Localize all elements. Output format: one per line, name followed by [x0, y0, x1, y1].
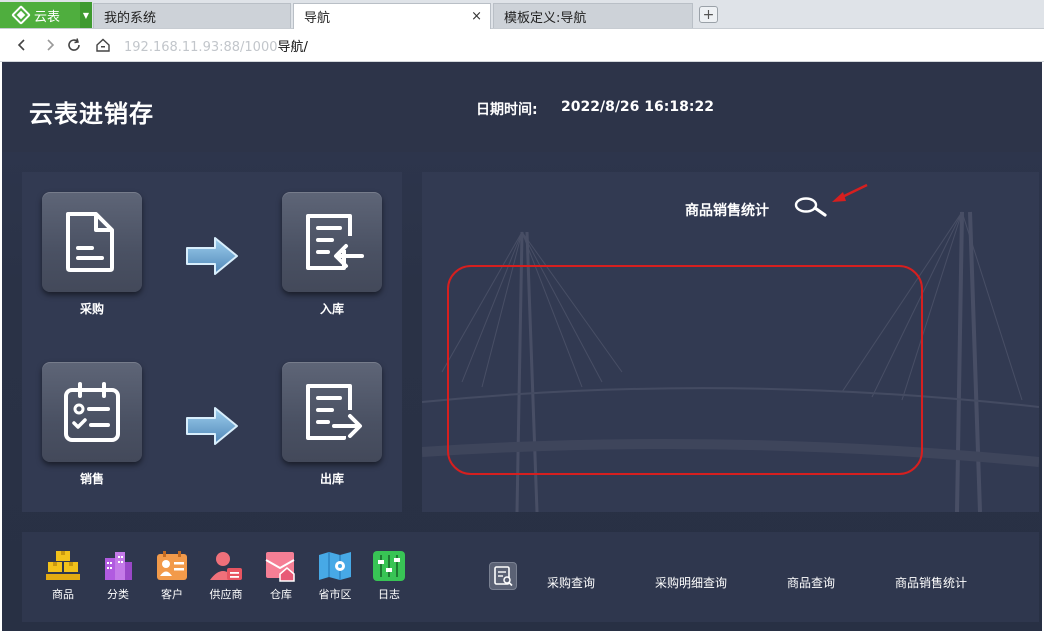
workflow-panel: 采购 入库 销售 出库 [22, 172, 402, 512]
sales-button[interactable] [42, 362, 142, 462]
purchase-detail-query-link[interactable]: 采购明细查询 [655, 574, 727, 591]
sales-label: 销售 [79, 472, 104, 486]
nav-supplier-label: 供应商 [209, 588, 243, 601]
purchase-query-link[interactable]: 采购查询 [547, 574, 595, 591]
tab-template-definition[interactable]: 模板定义:导航 [493, 3, 693, 28]
new-tab-button[interactable]: + [699, 6, 718, 23]
back-icon[interactable] [12, 35, 32, 55]
nav-customer[interactable]: 客户 [146, 550, 194, 610]
home-icon[interactable] [93, 35, 113, 55]
nav-goods[interactable]: 商品 [37, 550, 85, 610]
tab-my-system[interactable]: 我的系统 [93, 3, 291, 28]
checklist-icon [64, 382, 120, 442]
stats-title: 商品销售统计 [685, 203, 769, 219]
refresh-icon[interactable] [64, 35, 84, 55]
tab-label: 模板定义:导航 [504, 10, 587, 26]
close-tab-icon[interactable]: × [471, 9, 482, 24]
category-icon [105, 552, 132, 580]
goods-query-link[interactable]: 商品查询 [787, 574, 835, 591]
brand-logo-icon [11, 5, 31, 25]
goods-icon [46, 551, 80, 580]
sales-stats-panel: 商品销售统计 [422, 172, 1039, 512]
nav-category-label: 分类 [107, 588, 129, 601]
url-host: 192.168.11.93:88/1000 [124, 40, 278, 55]
app-container: 云表进销存 日期时间: 2022/8/26 16:18:22 采购 入库 销售 … [2, 62, 1042, 631]
outbound-button[interactable] [282, 362, 382, 462]
nav-region-label: 省市区 [318, 588, 352, 601]
app-header: 云表进销存 日期时间: 2022/8/26 16:18:22 [2, 62, 1042, 152]
inbound-button[interactable] [282, 192, 382, 292]
outbound-label: 出库 [319, 472, 344, 486]
app-title: 云表进销存 [29, 100, 154, 128]
flow-arrow-icon [186, 407, 238, 445]
purchase-button[interactable] [42, 192, 142, 292]
nav-warehouse-label: 仓库 [270, 588, 292, 601]
url-path: 导航/ [277, 40, 308, 55]
datetime-label: 日期时间: [476, 102, 538, 118]
nav-goods-label: 商品 [52, 588, 74, 601]
url-field[interactable]: 192.168.11.93:88/1000导航/ [124, 36, 308, 55]
nav-warehouse[interactable]: 仓库 [255, 550, 303, 610]
nav-region[interactable]: 省市区 [309, 550, 357, 610]
nav-customer-label: 客户 [161, 588, 183, 601]
bottom-nav-panel: 商品 分类 客户 供应商 仓库 省市区 日志 采购查询 采购明细查询 商品查询 … [22, 532, 1039, 622]
nav-supplier[interactable]: 供应商 [200, 550, 248, 610]
address-bar: 192.168.11.93:88/1000导航/ [0, 29, 1044, 62]
search-icon[interactable] [793, 195, 829, 219]
customer-icon [157, 551, 187, 580]
purchase-label: 采购 [79, 302, 104, 316]
goods-sales-stats-link[interactable]: 商品销售统计 [895, 574, 967, 591]
warehouse-icon [265, 552, 295, 582]
log-icon [373, 551, 405, 581]
browser-tab-bar: 云表 ▼ 我的系统 导航 × 模板定义:导航 + [0, 0, 1044, 29]
forward-icon[interactable] [40, 35, 60, 55]
flow-arrow-icon [186, 237, 238, 275]
nav-log[interactable]: 日志 [363, 550, 411, 610]
datetime-value: 2022/8/26 16:18:22 [561, 99, 714, 115]
brand-dropdown-icon[interactable]: ▼ [80, 2, 92, 28]
outbound-icon [306, 384, 362, 440]
inbound-icon [306, 214, 364, 270]
inbound-label: 入库 [319, 302, 344, 316]
brand-label: 云表 [34, 9, 61, 25]
brand-button[interactable]: 云表 [0, 2, 80, 28]
supplier-icon [210, 552, 242, 580]
document-icon [66, 212, 114, 272]
map-icon [319, 552, 351, 580]
nav-category[interactable]: 分类 [92, 550, 140, 610]
tab-label: 我的系统 [104, 10, 157, 26]
query-report-icon [489, 562, 517, 590]
annotation-highlight-box [447, 265, 923, 475]
tab-navigation[interactable]: 导航 × [293, 3, 491, 29]
tab-label: 导航 [304, 11, 331, 26]
nav-log-label: 日志 [378, 588, 400, 601]
annotation-arrow-icon [832, 183, 868, 202]
